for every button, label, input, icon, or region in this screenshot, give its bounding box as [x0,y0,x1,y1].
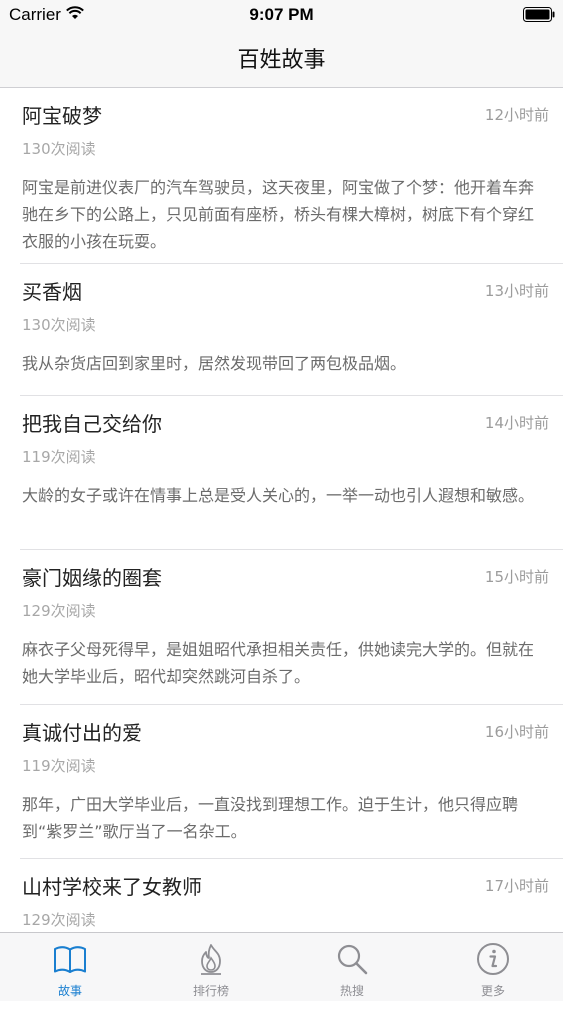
story-list[interactable]: 阿宝破梦 12小时前 130次阅读 阿宝是前进仪表厂的汽车驾驶员，这天夜里，阿宝… [0,88,563,1012]
story-title: 山村学校来了女教师 [22,875,202,899]
story-title: 把我自己交给你 [22,412,162,436]
list-item[interactable]: 把我自己交给你 14小时前 119次阅读 大龄的女子或许在情事上总是受人关心的，… [20,396,563,550]
story-time: 13小时前 [484,282,549,300]
story-summary: 那年，广田大学毕业后，一直没找到理想工作。迫于生计，他只得应聘到“紫罗兰”歌厅当… [22,795,519,841]
tab-stories[interactable]: 故事 [0,933,140,1001]
tab-label: 故事 [57,984,82,998]
tab-label: 更多 [480,984,505,998]
story-title: 真诚付出的爱 [22,721,142,745]
story-time: 12小时前 [484,106,549,124]
battery-icon [523,7,555,22]
story-read-count: 130次阅读 [22,316,96,334]
search-icon [337,944,368,975]
tab-bar: 故事 排行榜 热搜 更多 [0,932,563,1001]
story-time: 14小时前 [484,414,549,432]
status-bar: Carrier 9:07 PM [0,0,563,30]
story-title: 买香烟 [22,280,82,304]
story-read-count: 129次阅读 [22,911,96,929]
story-summary: 大龄的女子或许在情事上总是受人关心的，一举一动也引人遐想和敏感。 [22,486,535,505]
tab-more[interactable]: 更多 [423,933,563,1001]
navigation-bar: 百姓故事 [0,30,563,88]
story-summary: 阿宝是前进仪表厂的汽车驾驶员，这天夜里，阿宝做了个梦：他开着车奔驰在乡下的公路上… [22,178,535,251]
story-read-count: 119次阅读 [22,757,96,775]
story-read-count: 129次阅读 [22,602,96,620]
story-read-count: 130次阅读 [22,140,96,158]
page-title: 百姓故事 [237,48,326,73]
story-read-count: 119次阅读 [22,448,96,466]
story-time: 17小时前 [484,877,549,895]
tab-ranking[interactable]: 排行榜 [141,933,281,1001]
status-time: 9:07 PM [249,5,314,24]
tab-hot-search[interactable]: 热搜 [282,933,422,1001]
list-item[interactable]: 买香烟 13小时前 130次阅读 我从杂货店回到家里时，居然发现带回了两包极品烟… [20,264,563,396]
list-item[interactable]: 真诚付出的爱 16小时前 119次阅读 那年，广田大学毕业后，一直没找到理想工作… [20,705,563,859]
story-time: 15小时前 [484,568,549,586]
story-title: 阿宝破梦 [22,104,102,128]
story-summary: 我从杂货店回到家里时，居然发现带回了两包极品烟。 [22,354,407,373]
story-title: 豪门姻缘的圈套 [22,566,162,590]
book-icon [54,946,86,973]
tab-label: 热搜 [339,984,364,998]
tab-label: 排行榜 [192,984,229,998]
story-summary: 麻衣子父母死得早，是姐姐昭代承担相关责任，供她读完大学的。但就在她大学毕业后，昭… [22,640,535,686]
info-icon [477,943,509,975]
list-item[interactable]: 豪门姻缘的圈套 15小时前 129次阅读 麻衣子父母死得早，是姐姐昭代承担相关责… [20,550,563,705]
story-time: 16小时前 [484,723,549,741]
list-item[interactable]: 阿宝破梦 12小时前 130次阅读 阿宝是前进仪表厂的汽车驾驶员，这天夜里，阿宝… [20,88,563,264]
fire-icon [201,944,221,975]
